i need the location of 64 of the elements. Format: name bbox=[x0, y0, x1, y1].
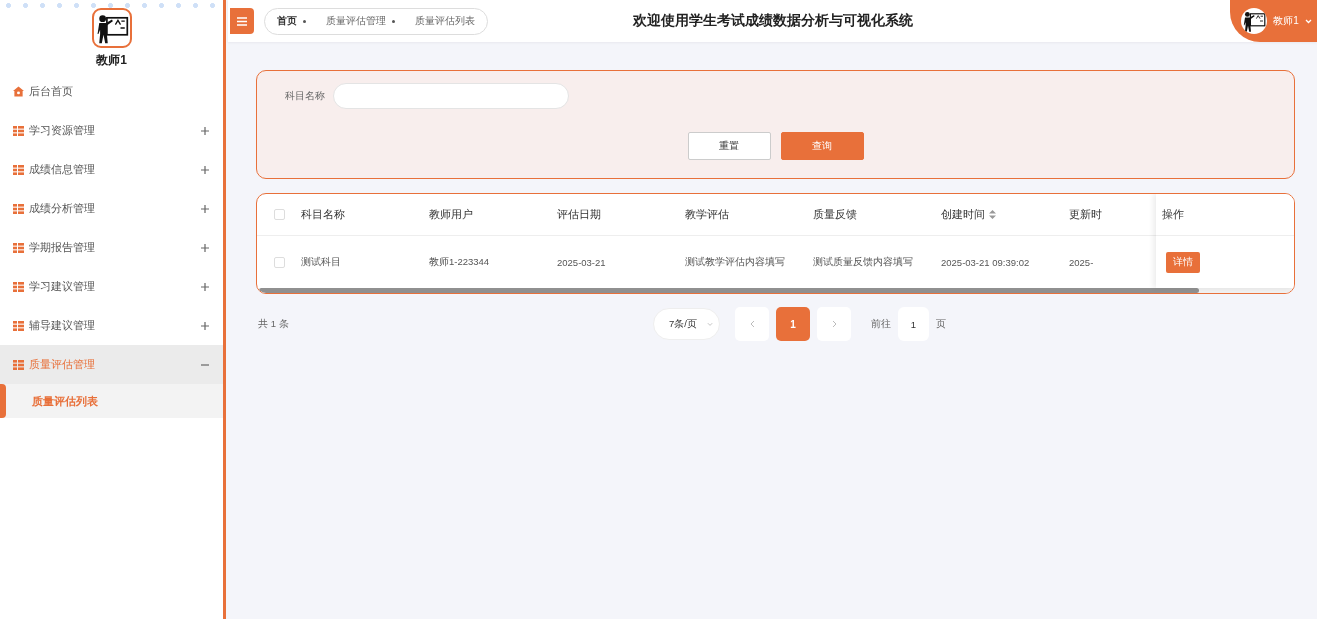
expand-icon bbox=[201, 204, 209, 213]
column-header: 质量反馈 bbox=[813, 207, 857, 222]
table-cell: 2025-03-21 09:39:02 bbox=[941, 256, 1030, 268]
caret-icon bbox=[1304, 18, 1312, 24]
menu-icon bbox=[237, 16, 247, 26]
menu-item[interactable]: 成绩信息管理 bbox=[0, 150, 223, 189]
expand-icon bbox=[201, 165, 209, 174]
table-cell: 教师1-223344 bbox=[429, 255, 490, 269]
menu-item[interactable]: 学习资源管理 bbox=[0, 111, 223, 150]
breadcrumb-link[interactable]: 首页 bbox=[277, 14, 297, 28]
chevron-down-icon bbox=[706, 321, 713, 327]
table-cell: 测试教学评估内容填写 bbox=[685, 255, 785, 269]
reset-button[interactable]: 重置 bbox=[687, 132, 771, 160]
breadcrumb-separator bbox=[303, 19, 306, 23]
menu-item[interactable]: 学期报告管理 bbox=[0, 228, 223, 267]
grid-icon bbox=[13, 164, 24, 175]
teacher-board-icon bbox=[1242, 9, 1267, 33]
total-count: 共 1 条 bbox=[258, 317, 289, 331]
field-label: 科目名称 bbox=[285, 89, 325, 103]
chevron-right-icon bbox=[831, 320, 837, 328]
expand-icon bbox=[201, 243, 209, 252]
grid-icon bbox=[13, 320, 24, 331]
column-header: 教师用户 bbox=[429, 207, 473, 222]
column-header: 教学评估 bbox=[685, 207, 729, 222]
breadcrumb-link[interactable]: 质量评估列表 bbox=[415, 14, 475, 28]
menu-item[interactable]: 学习建议管理 bbox=[0, 267, 223, 306]
grid-icon bbox=[13, 242, 24, 253]
select-all-checkbox[interactable] bbox=[273, 209, 285, 220]
expand-icon bbox=[201, 321, 209, 330]
page-unit-label: 页 bbox=[936, 317, 946, 331]
grid-icon bbox=[13, 125, 24, 136]
column-header: 更新时 bbox=[1069, 207, 1102, 222]
row-checkbox[interactable] bbox=[273, 256, 285, 268]
menu-toggle-button[interactable] bbox=[230, 8, 254, 34]
column-header: 评估日期 bbox=[557, 207, 601, 222]
table-cell: 测试科目 bbox=[301, 255, 341, 269]
goto-label: 前往 bbox=[871, 317, 891, 331]
previous-page-button[interactable] bbox=[735, 307, 769, 341]
column-header[interactable]: 创建时间 bbox=[941, 207, 996, 222]
table-cell: 2025- bbox=[1069, 256, 1094, 268]
breadcrumb-link[interactable]: 质量评估管理 bbox=[326, 14, 386, 28]
sort-icon bbox=[989, 210, 996, 219]
grid-icon bbox=[13, 281, 24, 292]
table-cell: 2025-03-21 bbox=[557, 256, 606, 268]
expand-icon bbox=[201, 126, 209, 135]
goto-page-field[interactable]: 1 bbox=[898, 307, 929, 341]
scrollbar-thumb[interactable] bbox=[259, 288, 1199, 293]
menu-item[interactable]: 成绩分析管理 bbox=[0, 189, 223, 228]
grid-icon bbox=[13, 359, 24, 370]
next-page-button[interactable] bbox=[817, 307, 851, 341]
page-size-select[interactable]: 7条/页 bbox=[653, 308, 720, 340]
menu-item[interactable]: 辅导建议管理 bbox=[0, 306, 223, 345]
subject-name-field[interactable] bbox=[333, 83, 569, 109]
home-icon bbox=[13, 86, 24, 97]
chevron-left-icon bbox=[749, 320, 755, 328]
column-header: 科目名称 bbox=[301, 207, 345, 222]
user-name: 教师1 bbox=[96, 52, 127, 69]
table-cell: 测试质量反馈内容填写 bbox=[813, 255, 913, 269]
column-header: 操作 bbox=[1162, 207, 1184, 222]
expand-icon bbox=[201, 282, 209, 291]
breadcrumb-separator bbox=[392, 19, 395, 23]
grid-icon bbox=[13, 203, 24, 214]
page-title: 欢迎使用学生考试成绩数据分析与可视化系统 bbox=[632, 12, 913, 28]
menu-item[interactable]: 后台首页 bbox=[0, 72, 223, 111]
